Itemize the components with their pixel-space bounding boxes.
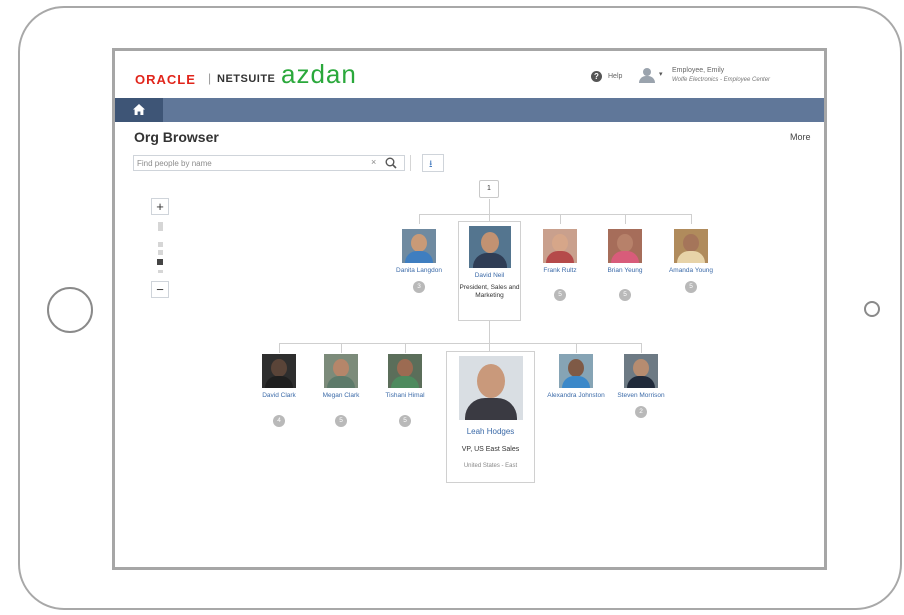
report-count-badge[interactable]: 2 [635,406,647,418]
avatar [468,226,511,268]
report-count-badge[interactable]: 5 [685,281,697,293]
connector-line [641,343,642,353]
connector-line [405,343,406,353]
avatar [559,354,593,388]
avatar [608,229,642,263]
app-screen: ORACLE | NETSUITE azdan ? Help ▾ Employe… [112,48,827,570]
connector-line [279,343,641,344]
connector-line [560,214,561,224]
connector-line [489,199,490,214]
person-name[interactable]: Danita Langdon [388,267,450,275]
org-node[interactable]: Amanda Young 5 [660,229,722,293]
connector-line [691,214,692,224]
person-name[interactable]: David Clark [248,392,310,400]
report-count-badge[interactable]: 5 [335,415,347,427]
person-name[interactable]: Megan Clark [310,392,372,400]
avatar [543,229,577,263]
connector-line [419,214,691,215]
avatar [458,356,523,420]
report-count-badge[interactable]: 4 [273,415,285,427]
person-name[interactable]: Alexandra Johnston [545,392,607,400]
avatar [402,229,436,263]
selected-org-card[interactable]: Leah Hodges VP, US East Sales United Sta… [446,351,535,483]
org-node[interactable]: Steven Morrison 2 [610,354,672,418]
location-text: United States - East [463,463,518,469]
avatar [324,354,358,388]
connector-line [341,343,342,353]
org-node[interactable]: Tishani Himal 5 [374,354,436,427]
person-name[interactable]: Tishani Himal [374,392,436,400]
connector-line [576,343,577,353]
org-node[interactable]: Brian Yeung 5 [594,229,656,301]
org-chart: 1 Danita Langdon 3 David Neil President,… [115,51,824,567]
tablet-home-button[interactable] [47,287,93,333]
person-name[interactable]: Brian Yeung [594,267,656,275]
connector-line [489,343,490,351]
tablet-camera [864,301,880,317]
job-title: President, Sales and Marketing [459,284,520,299]
org-node[interactable]: Alexandra Johnston [545,354,607,400]
person-name[interactable]: Leah Hodges [447,428,534,436]
person-name[interactable]: Amanda Young [660,267,722,275]
org-node[interactable]: Danita Langdon 3 [388,229,450,293]
avatar [262,354,296,388]
org-node[interactable]: David Clark 4 [248,354,310,427]
report-count-badge[interactable]: 5 [619,289,631,301]
connector-line [625,214,626,224]
avatar [624,354,658,388]
report-count-badge[interactable]: 5 [554,289,566,301]
avatar [674,229,708,263]
org-node[interactable]: Megan Clark 5 [310,354,372,427]
avatar [388,354,422,388]
connector-line [489,321,490,343]
connector-line [419,214,420,224]
report-count-badge[interactable]: 3 [413,281,425,293]
connector-line [279,343,280,353]
org-node[interactable]: Frank Rultz 5 [529,229,591,301]
job-title: VP, US East Sales [461,446,520,453]
selected-org-card[interactable]: David Neil President, Sales and Marketin… [458,221,521,321]
person-name[interactable]: Frank Rultz [529,267,591,275]
expand-collapse-button[interactable]: 1 [479,180,499,198]
person-name[interactable]: Steven Morrison [610,392,672,400]
report-count-badge[interactable]: 5 [399,415,411,427]
person-name[interactable]: David Neil [459,272,520,280]
